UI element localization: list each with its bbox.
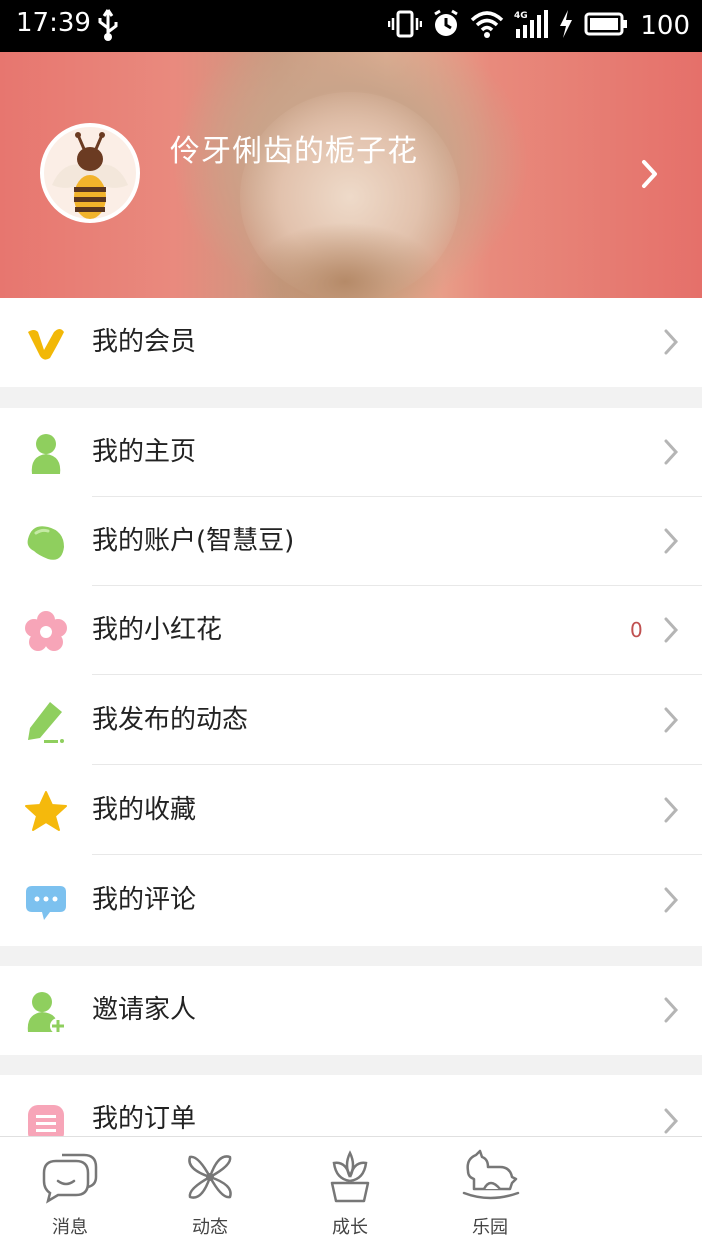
menu-item-orders[interactable]: 我的订单 — [0, 1075, 702, 1136]
pencil-icon — [24, 700, 68, 744]
status-icons: 4G 100 — [388, 6, 690, 46]
status-bar: 17:39 4G 100 — [0, 0, 702, 52]
tab-feed[interactable]: 动态 — [140, 1137, 280, 1246]
usb-icon — [96, 8, 120, 46]
profile-username: 伶牙俐齿的栀子花 — [170, 134, 418, 169]
red-flower-count: 0 — [630, 618, 643, 642]
menu-item-homepage[interactable]: 我的主页 — [0, 408, 702, 497]
star-icon — [24, 790, 68, 834]
flower-icon — [24, 610, 68, 654]
avatar[interactable] — [40, 123, 140, 223]
menu-item-label: 我的账户(智慧豆) — [92, 526, 295, 556]
menu-item-invite[interactable]: 邀请家人 — [0, 966, 702, 1055]
rocking-horse-icon — [460, 1149, 520, 1205]
chevron-right-icon[interactable] — [640, 158, 660, 194]
pinwheel-icon — [180, 1149, 240, 1205]
chevron-right-icon — [662, 706, 680, 738]
tab-label: 乐园 — [472, 1217, 508, 1238]
menu-item-label: 我的评论 — [92, 885, 197, 915]
vibrate-icon — [388, 9, 423, 43]
battery-icon — [584, 12, 628, 40]
svg-text:4G: 4G — [514, 11, 528, 21]
vip-v-icon — [24, 322, 68, 366]
profile-header[interactable]: 伶牙俐齿的栀子花 — [0, 52, 702, 298]
bean-icon — [24, 521, 68, 565]
menu-item-account[interactable]: 我的账户(智慧豆) — [0, 497, 702, 586]
tab-messages[interactable]: 消息 — [0, 1137, 140, 1246]
menu-item-label: 我的小红花 — [92, 615, 223, 645]
divider — [92, 854, 702, 855]
menu-item-red-flower[interactable]: 我的小红花 0 — [0, 586, 702, 675]
menu-item-favorites[interactable]: 我的收藏 — [0, 766, 702, 855]
chevron-right-icon — [662, 527, 680, 559]
chevron-right-icon — [662, 328, 680, 360]
tab-growth[interactable]: 成长 — [280, 1137, 420, 1246]
menu-item-comments[interactable]: 我的评论 — [0, 856, 702, 945]
menu-item-label: 我发布的动态 — [92, 705, 249, 735]
charging-icon — [558, 9, 574, 43]
wifi-icon — [470, 10, 504, 42]
battery-percent: 100 — [640, 11, 690, 41]
status-time: 17:39 — [16, 8, 91, 38]
add-person-icon — [24, 990, 68, 1034]
tab-label: 消息 — [52, 1217, 88, 1238]
section-gap — [0, 946, 702, 966]
chat-bubble-icon — [24, 880, 68, 924]
section-gap — [0, 1055, 702, 1075]
menu-item-posts[interactable]: 我发布的动态 — [0, 676, 702, 765]
person-icon — [24, 432, 68, 476]
menu-item-label: 我的订单 — [92, 1104, 197, 1134]
menu-item-label: 我的收藏 — [92, 795, 197, 825]
divider — [92, 674, 702, 675]
bee-icon — [52, 132, 128, 219]
plant-pot-icon — [320, 1149, 380, 1205]
bottom-navigation: 消息 动态 成长 乐园 — [0, 1136, 702, 1246]
section-gap — [0, 387, 702, 408]
tab-playground[interactable]: 乐园 — [420, 1137, 560, 1246]
alarm-icon — [432, 9, 460, 43]
menu-item-label: 邀请家人 — [92, 995, 197, 1025]
chevron-right-icon — [662, 1107, 680, 1136]
divider — [92, 764, 702, 765]
chevron-right-icon — [662, 616, 680, 648]
menu-item-label: 我的会员 — [92, 327, 197, 357]
message-icon — [40, 1149, 100, 1205]
chevron-right-icon — [662, 886, 680, 918]
tab-label: 动态 — [192, 1217, 228, 1238]
menu-item-membership[interactable]: 我的会员 — [0, 298, 702, 387]
list-icon — [24, 1101, 68, 1136]
chevron-right-icon — [662, 438, 680, 470]
menu-item-label: 我的主页 — [92, 437, 197, 467]
tab-label: 成长 — [332, 1217, 368, 1238]
chevron-right-icon — [662, 796, 680, 828]
cellular-signal-icon: 4G — [514, 9, 549, 43]
chevron-right-icon — [662, 996, 680, 1028]
